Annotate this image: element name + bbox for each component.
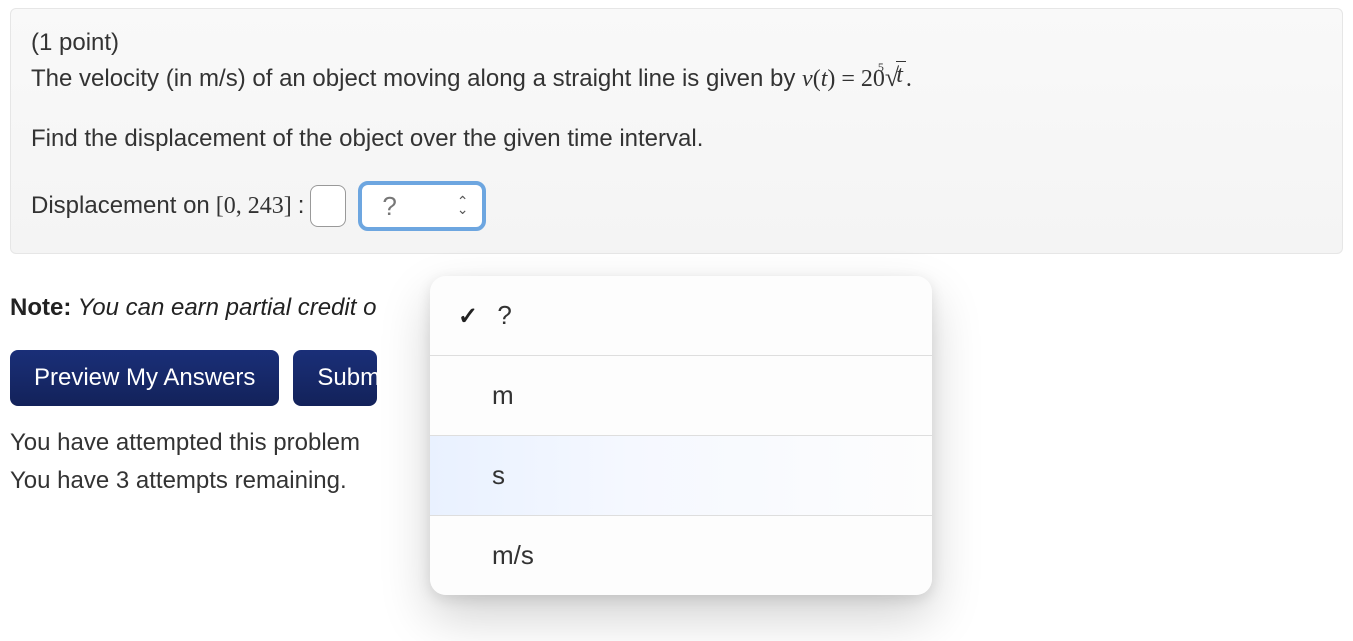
problem-prompt: The velocity (in m/s) of an object movin… — [31, 61, 1322, 97]
eq-root: 5√t — [885, 61, 906, 97]
eq-root-arg: t — [896, 61, 906, 90]
unit-dropdown-popover: ✓ ? m s m/s — [430, 276, 932, 595]
displacement-input[interactable] — [310, 185, 346, 227]
eq-func: v — [802, 66, 813, 92]
check-icon: ✓ — [458, 303, 478, 330]
note-label: Note: — [10, 294, 71, 321]
note-text: You can earn partial credit o — [71, 294, 376, 321]
displacement-label: Displacement on — [31, 192, 210, 220]
problem-container: (1 point) The velocity (in m/s) of an ob… — [10, 8, 1343, 254]
unit-option-s[interactable]: s — [430, 436, 932, 516]
submit-answers-button[interactable]: Submit Answers — [293, 350, 377, 406]
chevron-updown-icon: ⌃⌄ — [457, 198, 469, 213]
unit-select[interactable]: ? ⌃⌄ — [358, 181, 486, 231]
spacer — [31, 97, 1322, 125]
preview-answers-button[interactable]: Preview My Answers — [10, 350, 279, 406]
answer-row: Displacement on [0, 243]: ? ⌃⌄ — [31, 181, 1322, 231]
colon: : — [298, 192, 305, 220]
unit-option-placeholder[interactable]: ✓ ? — [430, 276, 932, 356]
find-instruction: Find the displacement of the object over… — [31, 125, 1322, 153]
unit-selected-value: ? — [382, 191, 396, 222]
unit-option-m[interactable]: m — [430, 356, 932, 436]
eq-paren-open: ( — [813, 66, 821, 92]
eq-period: . — [906, 66, 912, 92]
eq-root-index: 5 — [878, 58, 884, 76]
eq-equals: = — [835, 66, 861, 92]
unit-option-m-per-s[interactable]: m/s — [430, 516, 932, 595]
unit-option-label: m — [492, 380, 514, 410]
unit-option-label: ? — [497, 300, 511, 330]
interval-text: [0, 243] — [216, 193, 292, 220]
unit-option-label: m/s — [492, 540, 534, 570]
prompt-text: The velocity (in m/s) of an object movin… — [31, 65, 802, 92]
unit-option-label: s — [492, 460, 505, 490]
points-label: (1 point) — [31, 29, 1322, 57]
